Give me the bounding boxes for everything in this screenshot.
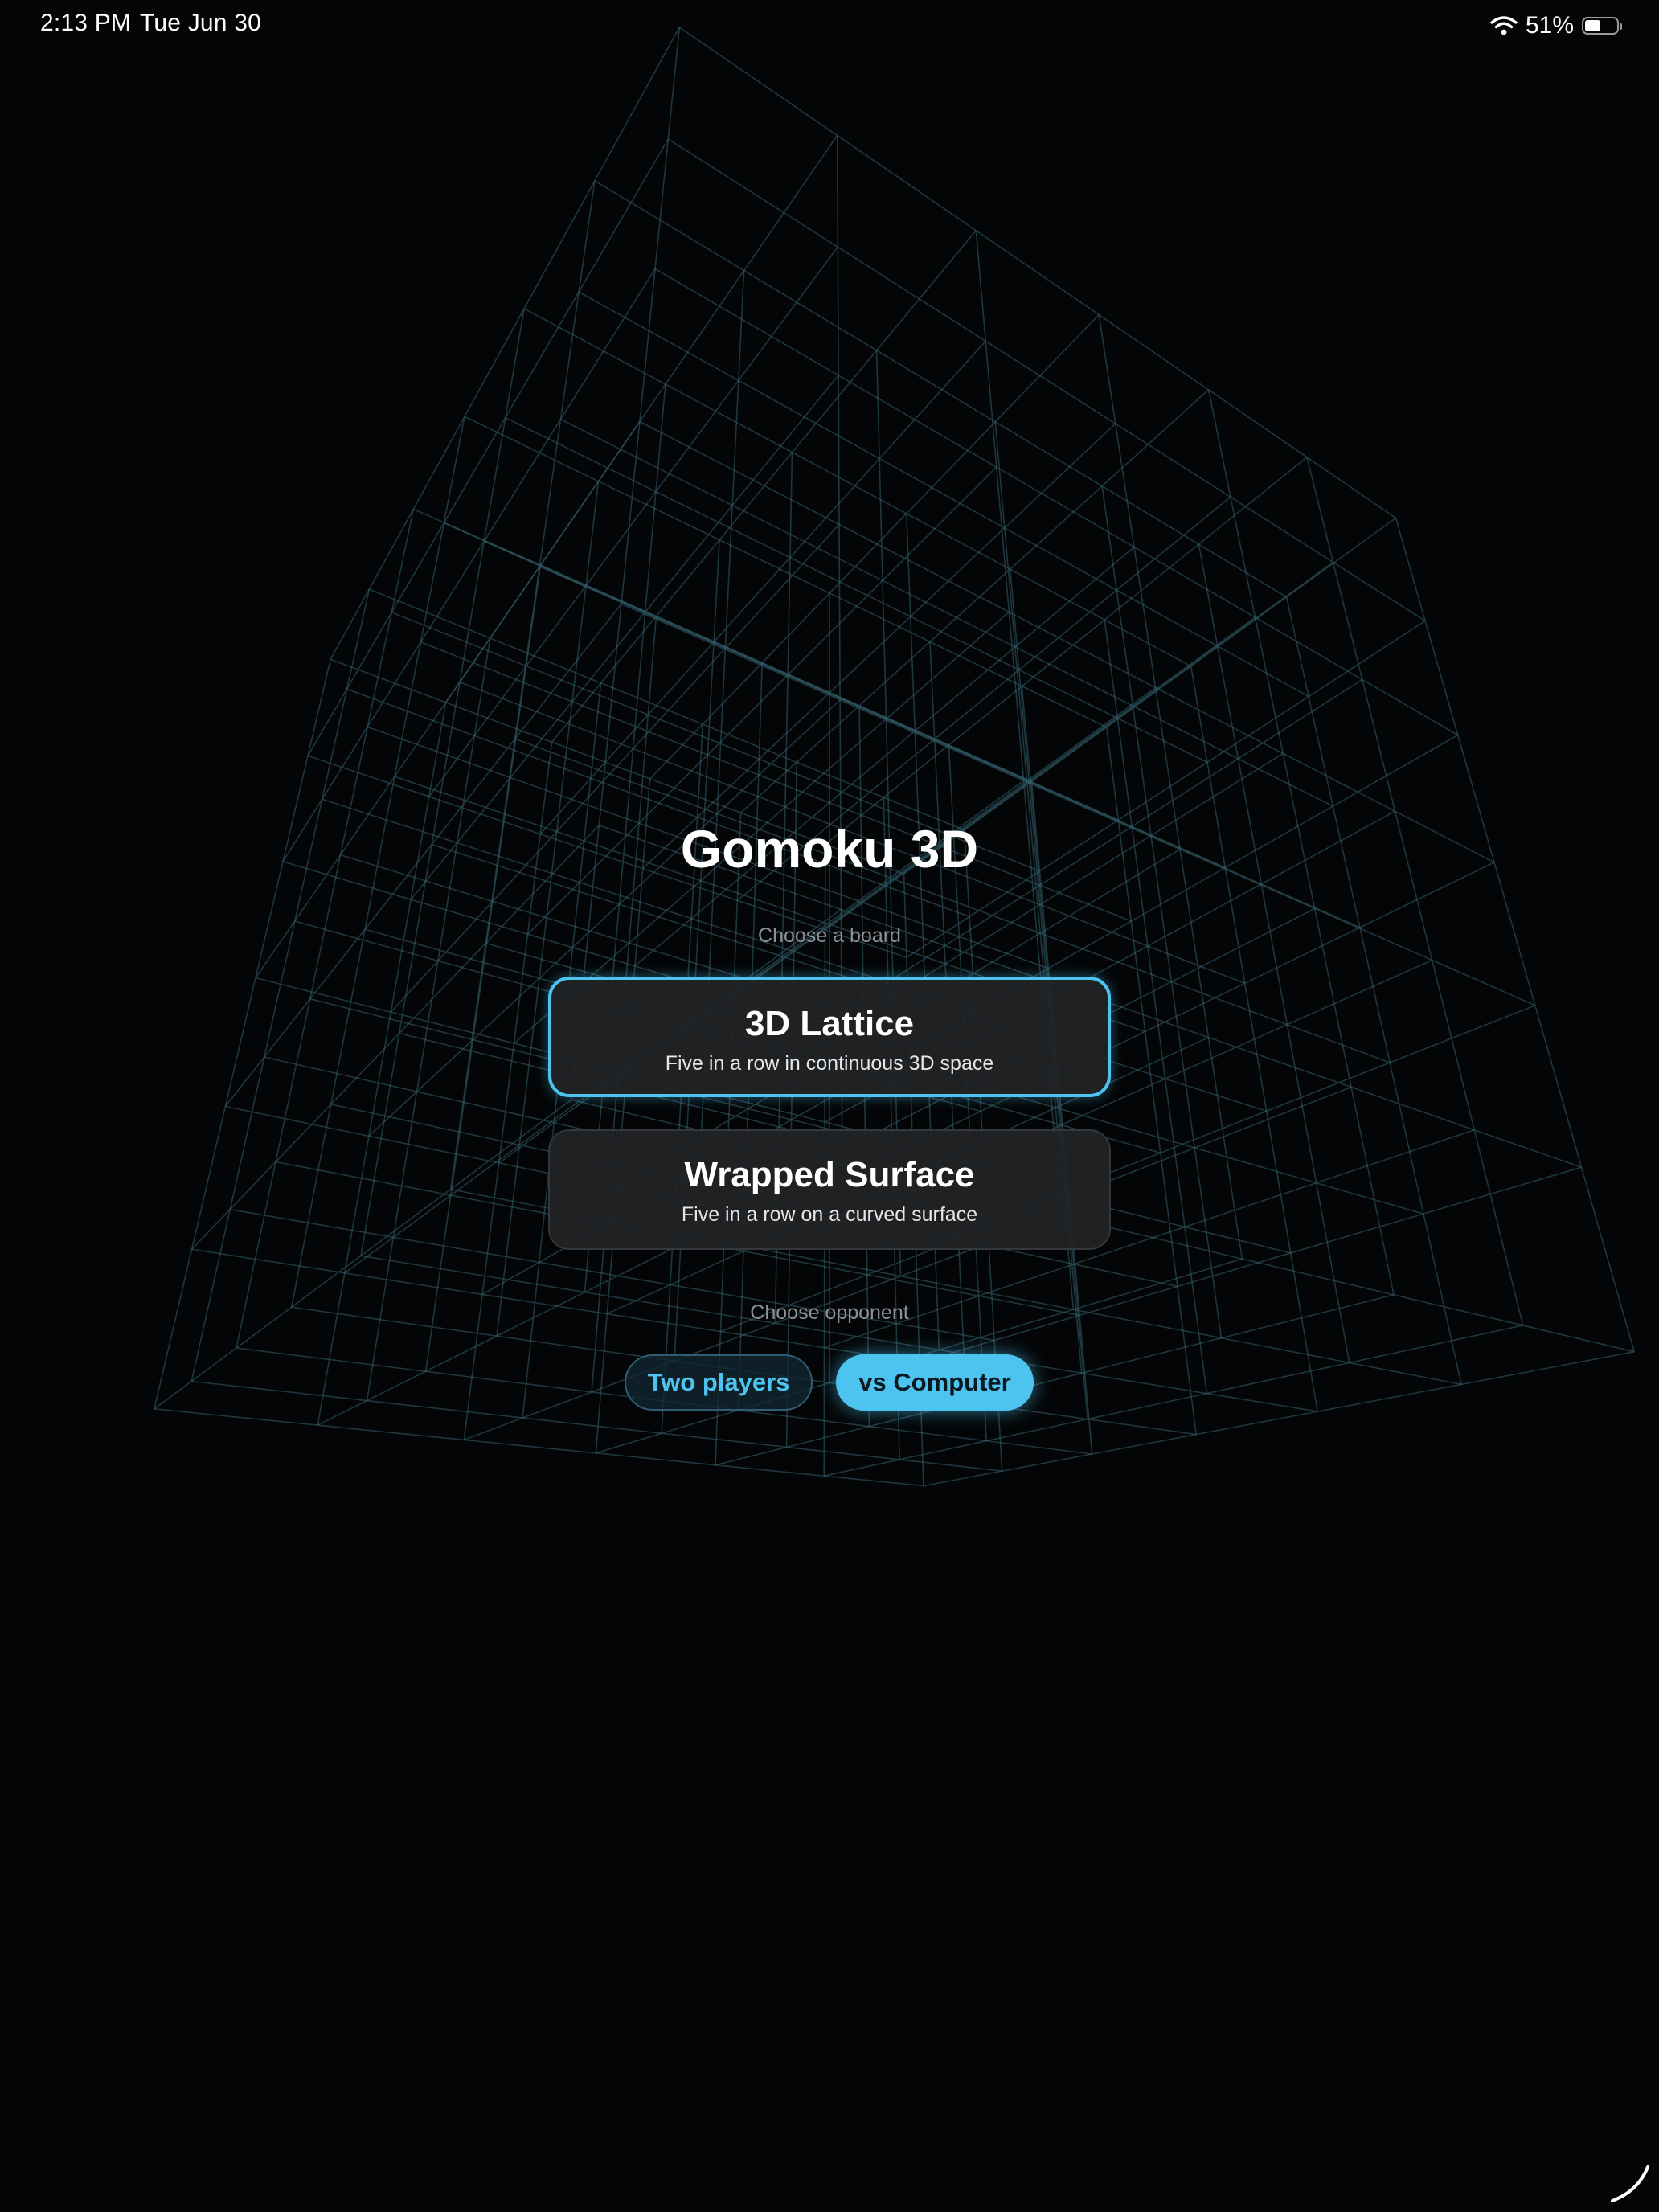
wifi-icon [1490, 16, 1518, 35]
battery-icon [1582, 17, 1622, 35]
status-time: 2:13 PM [40, 10, 132, 36]
lattice-line [191, 825, 600, 1250]
lattice-line [1306, 457, 1524, 1326]
lattice-line [154, 1408, 924, 1487]
lattice-line [154, 1099, 572, 1410]
board-option-title: 3D Lattice [744, 1004, 915, 1043]
lattice-line [369, 588, 965, 831]
game-title: Gomoku 3D [680, 819, 979, 879]
status-date: Tue Jun 30 [140, 10, 261, 36]
lattice-line [825, 457, 1308, 846]
status-bar: 2:13 PM Tue Jun 30 51% [0, 0, 1659, 51]
opponent-section-label: Choose opponent [750, 1301, 909, 1324]
lattice-line [1285, 596, 1462, 1385]
lattice-line [330, 27, 681, 660]
loading-arc-icon [1611, 2165, 1649, 2202]
lattice-line [906, 620, 1426, 958]
board-option-title: Wrapped Surface [684, 1155, 975, 1194]
lattice-line [578, 291, 1309, 698]
board-option-wrapped-surface[interactable]: Wrapped Surface Five in a row on a curve… [548, 1129, 1111, 1250]
lattice-line [523, 308, 1192, 667]
lattice-line [667, 138, 1426, 622]
lattice-line [560, 418, 1333, 807]
lattice-line [634, 546, 1135, 967]
lattice-line [1198, 543, 1350, 1363]
vs-computer-button[interactable]: vs Computer [836, 1354, 1034, 1411]
board-option-3d-lattice[interactable]: 3D Lattice Five in a row in continuous 3… [548, 977, 1111, 1097]
lattice-line [639, 420, 1495, 863]
board-option-subtitle: Five in a row on a curved surface [681, 1203, 978, 1226]
background-lattice [154, 27, 1635, 1487]
lattice-line [649, 313, 1100, 780]
two-players-button[interactable]: Two players [625, 1354, 813, 1411]
lattice-line [654, 268, 1459, 736]
lattice-line [1190, 666, 1318, 1412]
board-section-label: Choose a board [758, 924, 901, 947]
board-option-subtitle: Five in a row in continuous 3D space [665, 1052, 994, 1075]
lattice-line [1030, 781, 1093, 1455]
lattice-line [594, 180, 1288, 598]
lattice-line [307, 138, 669, 756]
battery-level-fill [1585, 20, 1600, 31]
lattice-line [678, 27, 1396, 519]
status-indicators: 51% [1490, 8, 1622, 43]
lattice-line [154, 659, 331, 1409]
lattice-line [428, 246, 838, 797]
lattice-line [1101, 485, 1223, 1338]
battery-percent: 51% [1525, 12, 1574, 39]
